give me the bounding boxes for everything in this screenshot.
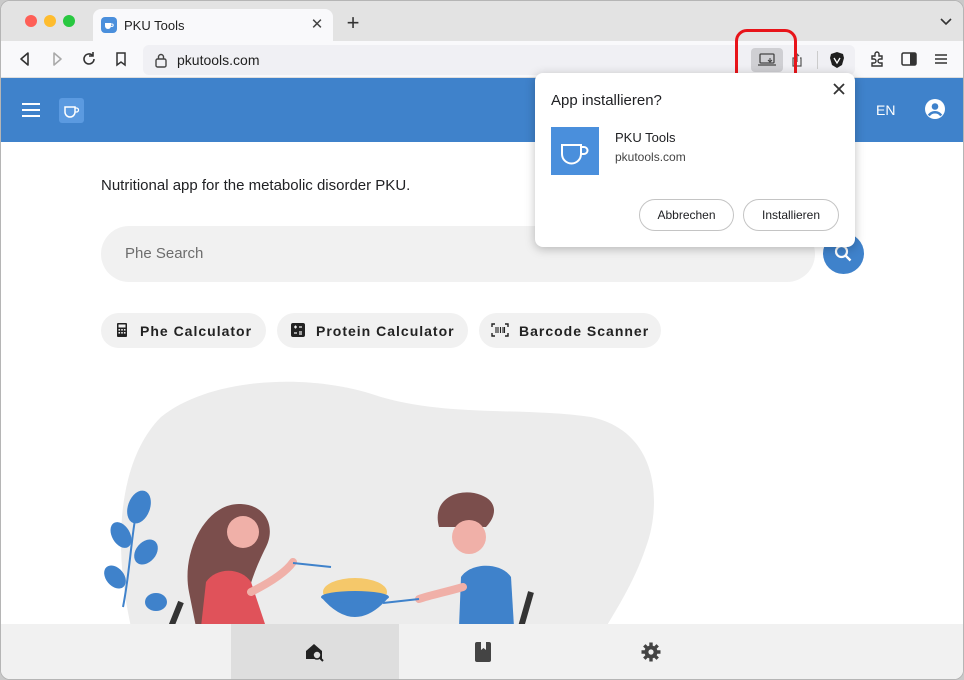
phe-calculator-chip[interactable]: Phe Calculator: [101, 313, 266, 348]
nav-home-search[interactable]: [231, 624, 399, 679]
barcode-icon: [491, 323, 509, 337]
account-icon[interactable]: [924, 98, 946, 120]
install-app-dialog: App installieren? PKU Tools pkutools.com…: [535, 73, 855, 247]
nav-settings[interactable]: [567, 624, 735, 679]
cancel-button[interactable]: Abbrechen: [639, 199, 734, 231]
url-divider: [817, 51, 818, 69]
back-icon[interactable]: [15, 49, 35, 69]
tagline: Nutritional app for the metabolic disord…: [101, 177, 411, 194]
forward-icon[interactable]: [47, 49, 67, 69]
app-logo[interactable]: [59, 98, 84, 123]
new-tab-button[interactable]: +: [343, 12, 363, 34]
calculator-grid-icon: [291, 323, 305, 337]
dialog-title: App installieren?: [551, 92, 662, 109]
language-selector[interactable]: EN: [876, 102, 895, 118]
barcode-scanner-chip[interactable]: Barcode Scanner: [479, 313, 661, 348]
browser-tab[interactable]: PKU Tools ✕: [93, 9, 333, 41]
tab-close-icon[interactable]: ✕: [307, 15, 327, 35]
sidebar-icon[interactable]: [899, 49, 919, 69]
home-search-icon: [306, 644, 324, 662]
hamburger-menu-icon[interactable]: [21, 100, 41, 120]
app-origin: pkutools.com: [615, 150, 686, 164]
app-icon: [551, 127, 599, 175]
protein-calculator-chip[interactable]: Protein Calculator: [277, 313, 468, 348]
bookmark-icon[interactable]: [111, 49, 131, 69]
install-button[interactable]: Installieren: [743, 199, 839, 231]
brave-shield-icon[interactable]: [827, 50, 847, 70]
cup-icon: [101, 17, 117, 33]
dining-illustration: [104, 381, 654, 624]
maximize-window-button[interactable]: [63, 15, 75, 27]
calculator-icon: [115, 323, 129, 337]
app-name: PKU Tools: [615, 130, 676, 145]
bottom-navigation: [1, 624, 963, 679]
lock-icon: [154, 52, 168, 68]
search-placeholder: Phe Search: [125, 245, 204, 262]
extensions-icon[interactable]: [867, 49, 887, 69]
browser-window: PKU Tools ✕ + pkutools.com EN Nutritiona…: [0, 0, 964, 680]
chip-label: Phe Calculator: [140, 323, 253, 339]
chip-label: Barcode Scanner: [519, 323, 650, 339]
gear-icon: [641, 642, 661, 662]
nav-book[interactable]: [399, 624, 567, 679]
tab-list-chevron-icon[interactable]: [939, 15, 953, 29]
menu-icon[interactable]: [931, 49, 951, 69]
minimize-window-button[interactable]: [44, 15, 56, 27]
tab-title: PKU Tools: [124, 18, 185, 33]
chip-label: Protein Calculator: [316, 323, 455, 339]
close-window-button[interactable]: [25, 15, 37, 27]
close-icon[interactable]: [831, 81, 847, 97]
book-icon: [475, 642, 491, 662]
url-text: pkutools.com: [177, 52, 260, 68]
reload-icon[interactable]: [79, 49, 99, 69]
tab-strip: PKU Tools ✕ +: [1, 1, 963, 41]
